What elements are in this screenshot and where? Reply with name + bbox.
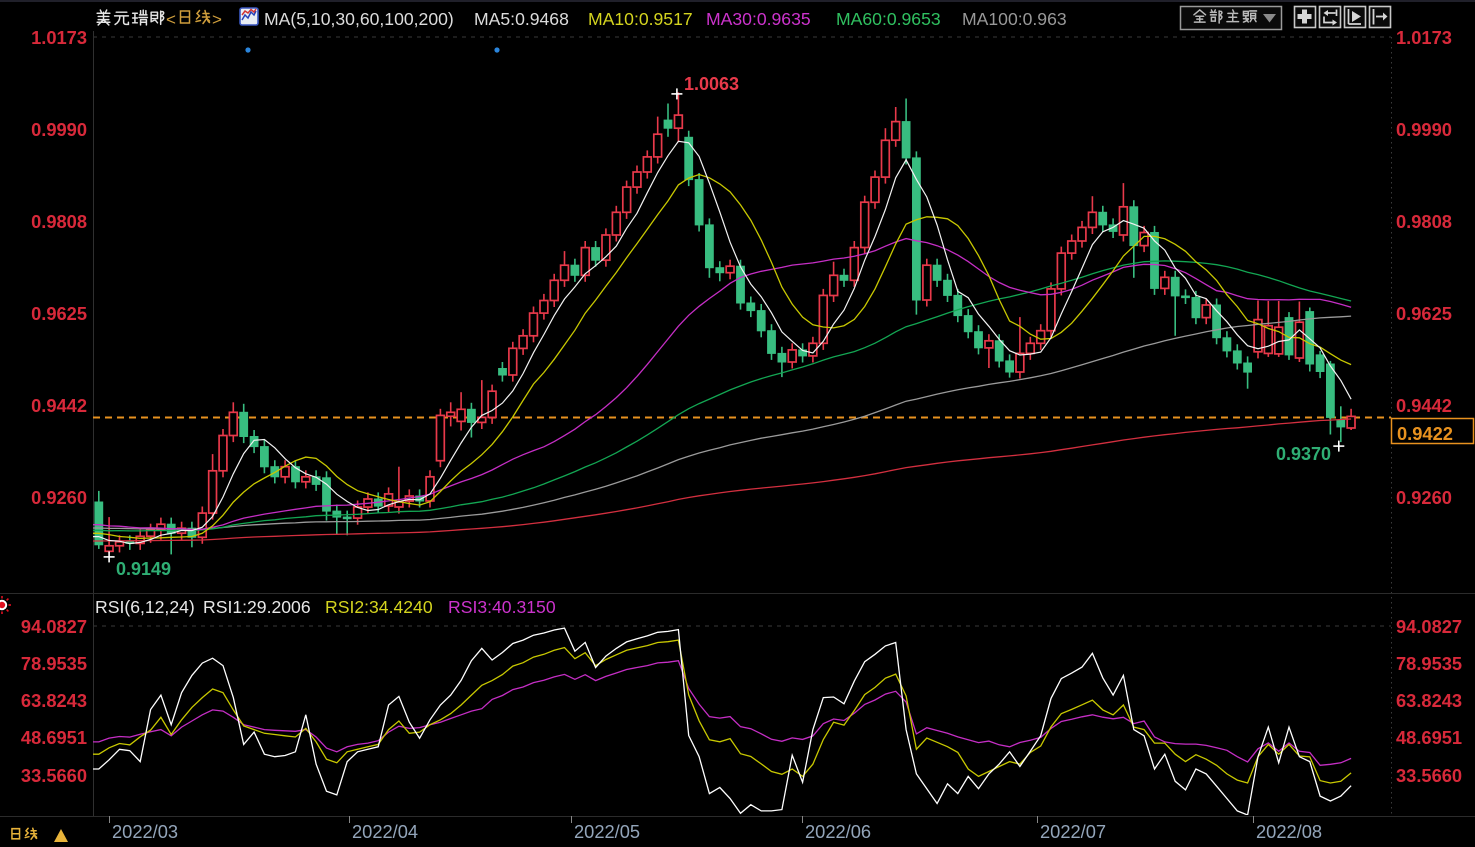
svg-text:1.0173: 1.0173 xyxy=(31,27,87,48)
svg-text:MA(5,10,30,60,100,200): MA(5,10,30,60,100,200) xyxy=(264,9,454,29)
svg-text:0.9442: 0.9442 xyxy=(1396,395,1452,416)
svg-text:>: > xyxy=(212,10,222,29)
svg-text:MA60:0.9653: MA60:0.9653 xyxy=(836,9,941,29)
svg-text:0.9422: 0.9422 xyxy=(1397,423,1453,444)
svg-text:0.9260: 0.9260 xyxy=(31,487,87,508)
svg-text:94.0827: 94.0827 xyxy=(21,616,87,637)
svg-text:MA10:0.9517: MA10:0.9517 xyxy=(588,9,693,29)
svg-text:0.9442: 0.9442 xyxy=(31,395,87,416)
svg-text:0.9260: 0.9260 xyxy=(1396,487,1452,508)
svg-text:2022/08: 2022/08 xyxy=(1256,821,1322,842)
svg-text:0.9808: 0.9808 xyxy=(31,211,87,232)
svg-text:0.9990: 0.9990 xyxy=(31,119,87,140)
svg-text:78.9535: 78.9535 xyxy=(1396,653,1462,674)
svg-text:RSI(6,12,24): RSI(6,12,24) xyxy=(95,597,195,617)
svg-text:78.9535: 78.9535 xyxy=(21,653,87,674)
svg-text:2022/07: 2022/07 xyxy=(1040,821,1106,842)
svg-text:1.0063: 1.0063 xyxy=(684,74,739,94)
svg-text:63.8243: 63.8243 xyxy=(21,690,87,711)
svg-text:48.6951: 48.6951 xyxy=(1396,727,1462,748)
svg-text:<: < xyxy=(166,10,176,29)
svg-text:0.9625: 0.9625 xyxy=(1396,303,1452,324)
svg-text:RSI1:29.2006: RSI1:29.2006 xyxy=(203,597,311,617)
svg-text:33.5660: 33.5660 xyxy=(1396,765,1462,786)
svg-text:48.6951: 48.6951 xyxy=(21,727,87,748)
svg-text:33.5660: 33.5660 xyxy=(21,765,87,786)
svg-text:MA5:0.9468: MA5:0.9468 xyxy=(474,9,569,29)
svg-text:0.9990: 0.9990 xyxy=(1396,119,1452,140)
svg-text:0.9625: 0.9625 xyxy=(31,303,87,324)
svg-text:63.8243: 63.8243 xyxy=(1396,690,1462,711)
svg-text:94.0827: 94.0827 xyxy=(1396,616,1462,637)
svg-text:0.9149: 0.9149 xyxy=(116,559,171,579)
svg-text:1.0173: 1.0173 xyxy=(1396,27,1452,48)
svg-text:2022/03: 2022/03 xyxy=(112,821,178,842)
svg-text:RSI2:34.4240: RSI2:34.4240 xyxy=(325,597,433,617)
svg-text:MA30:0.9635: MA30:0.9635 xyxy=(706,9,811,29)
svg-text:MA100:0.963: MA100:0.963 xyxy=(962,9,1067,29)
svg-text:2022/04: 2022/04 xyxy=(352,821,418,842)
svg-text:0.9808: 0.9808 xyxy=(1396,211,1452,232)
svg-text:2022/06: 2022/06 xyxy=(805,821,871,842)
svg-text:2022/05: 2022/05 xyxy=(574,821,640,842)
svg-text:RSI3:40.3150: RSI3:40.3150 xyxy=(448,597,556,617)
svg-text:0.9370: 0.9370 xyxy=(1276,444,1331,464)
